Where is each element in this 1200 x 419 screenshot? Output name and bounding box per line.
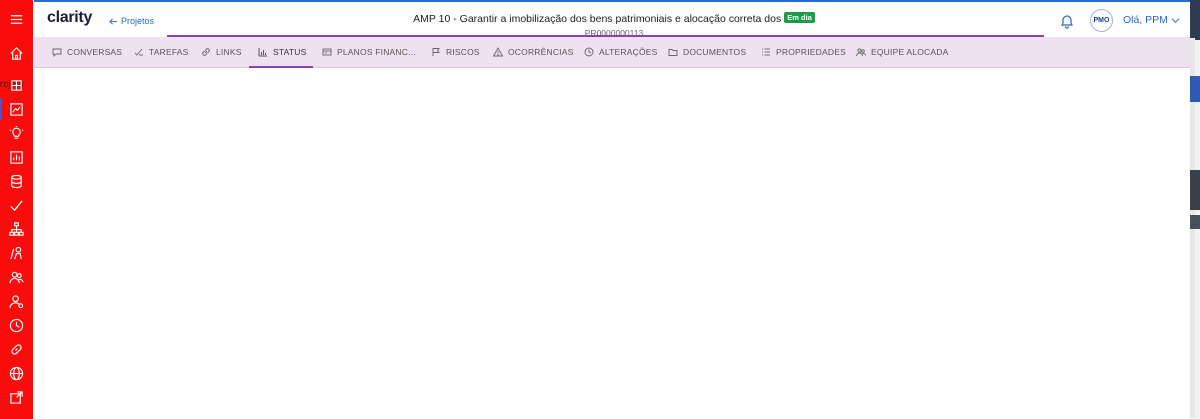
tab-ocorrencias[interactable]: OCORRÊNCIAS — [493, 37, 574, 67]
tab-propriedades[interactable]: PROPRIEDADES — [761, 37, 846, 67]
tab-links[interactable]: LINKS — [201, 37, 242, 67]
tab-label: RISCOS — [446, 47, 480, 57]
back-to-projects-link[interactable]: Projetos — [109, 16, 154, 26]
tasks-icon — [134, 48, 143, 56]
reports-icon[interactable] — [0, 146, 33, 168]
list-icon — [762, 48, 770, 56]
team-icon — [856, 48, 866, 57]
status-chart-icon — [258, 48, 267, 57]
arrow-left-icon — [109, 17, 118, 25]
home-icon[interactable] — [0, 42, 33, 64]
back-link-label: Projetos — [121, 16, 155, 26]
tab-label: PLANOS FINANC... — [337, 47, 416, 57]
tab-riscos[interactable]: RISCOS — [431, 37, 480, 67]
project-title: AMP 10 - Garantir a imobilização dos ben… — [413, 13, 782, 25]
status-nav-icon[interactable] — [0, 98, 33, 120]
clarity-logo[interactable]: clarity — [47, 9, 92, 27]
hierarchy-icon[interactable] — [0, 218, 33, 240]
menu-icon[interactable] — [0, 8, 33, 30]
tab-label: DOCUMENTOS — [683, 47, 747, 57]
edge-block — [1190, 0, 1200, 40]
team-icon[interactable] — [0, 266, 33, 288]
warning-icon — [493, 47, 503, 57]
clock-icon[interactable] — [0, 314, 33, 336]
tab-label: ALTERAÇÕES — [599, 47, 658, 57]
window-edge — [1190, 0, 1200, 419]
ideas-icon[interactable] — [0, 122, 33, 144]
tab-label: EQUIPE ALOCADA — [871, 47, 949, 57]
finance-icon — [322, 48, 332, 56]
folder-icon — [668, 49, 678, 56]
tab-label: CONVERSAS — [67, 47, 123, 57]
tab-label: OCORRÊNCIAS — [508, 47, 574, 57]
tab-label: LINKS — [216, 47, 242, 57]
tab-tarefas[interactable]: TAREFAS — [134, 37, 189, 67]
tab-planos-financeiros[interactable]: PLANOS FINANC... — [322, 37, 416, 67]
chat-icon — [52, 48, 62, 57]
link-icon — [202, 48, 210, 56]
check-icon[interactable] — [0, 194, 33, 216]
projects-icon[interactable] — [0, 74, 33, 96]
bell-icon[interactable] — [1059, 13, 1075, 29]
avatar[interactable]: PMO — [1090, 9, 1113, 32]
user-menu[interactable]: Olá, PPM — [1123, 14, 1180, 26]
export-icon[interactable] — [0, 386, 33, 408]
tab-equipe-alocada[interactable]: EQUIPE ALOCADA — [856, 37, 948, 67]
tab-documentos[interactable]: DOCUMENTOS — [668, 37, 746, 67]
edge-block — [1190, 76, 1200, 102]
tab-label: PROPRIEDADES — [776, 47, 846, 57]
tab-conversas[interactable]: CONVERSAS — [52, 37, 122, 67]
database-icon[interactable] — [0, 170, 33, 192]
tab-status[interactable]: STATUS — [258, 37, 306, 67]
person-settings-icon[interactable] — [0, 290, 33, 312]
app-header: clarity Projetos AMP 10 - Garantir a imo… — [34, 0, 1190, 38]
edge-block — [1190, 215, 1200, 229]
tab-label: STATUS — [273, 47, 307, 57]
flag-icon — [432, 48, 440, 56]
edge-block — [1190, 170, 1200, 210]
globe-icon[interactable] — [0, 362, 33, 384]
project-tabs: CONVERSAS TAREFAS LINKS STATUS PLANOS FI… — [34, 37, 1190, 68]
user-greeting: Olá, PPM — [1123, 14, 1168, 26]
tab-alteracoes[interactable]: ALTERAÇÕES — [584, 37, 658, 67]
tab-label: TAREFAS — [149, 47, 189, 57]
link-icon[interactable] — [0, 338, 33, 360]
left-nav-rail: rojeto — [0, 0, 33, 419]
status-badge: Em dia — [784, 12, 815, 23]
resource-icon[interactable] — [0, 242, 33, 264]
chevron-down-icon — [1171, 17, 1180, 23]
history-icon — [584, 47, 594, 57]
main-content — [34, 68, 1190, 419]
project-title-block: AMP 10 - Garantir a imobilização dos ben… — [404, 9, 824, 38]
